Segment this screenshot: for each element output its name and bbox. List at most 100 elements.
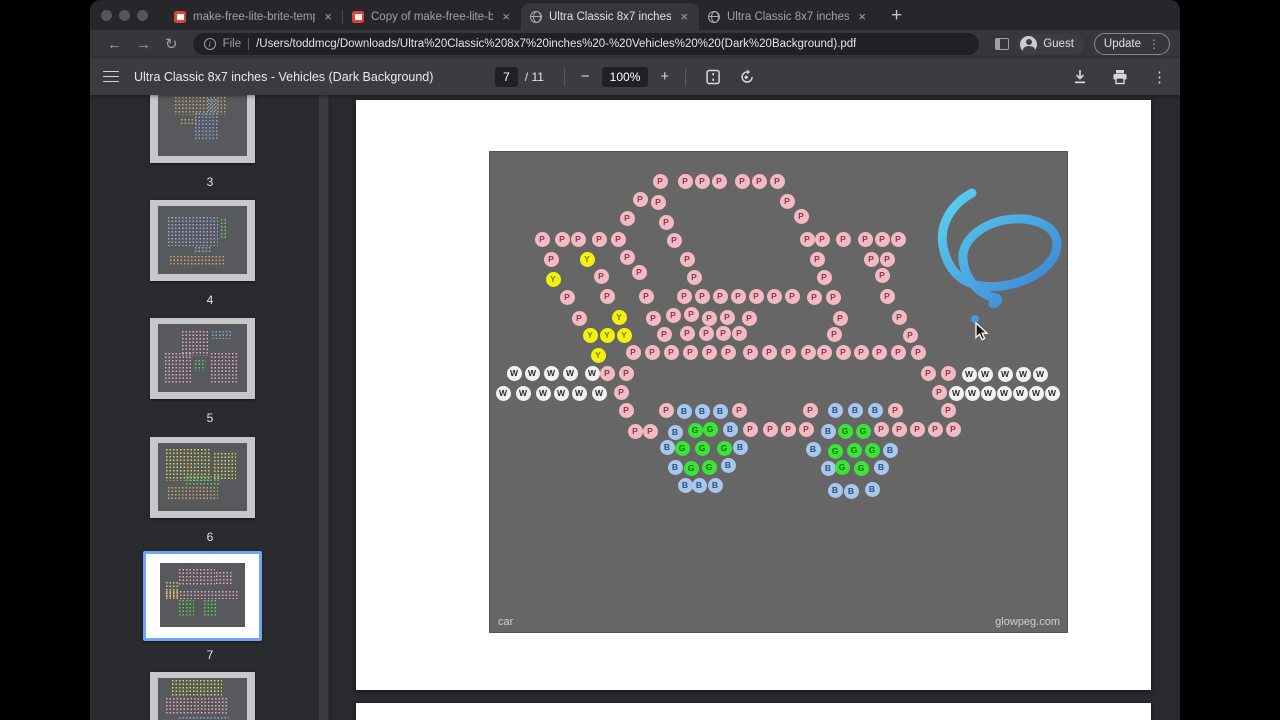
peg-P: P [888, 403, 903, 418]
more-options-icon[interactable]: ⋮ [1152, 68, 1167, 86]
peg-G: G [838, 424, 853, 439]
peg-W: W [998, 367, 1013, 382]
peg-B: B [844, 484, 859, 499]
tab-strip: make-free-lite-brite-template×Copy of ma… [90, 0, 1180, 30]
peg-P: P [781, 422, 796, 437]
page-thumbnail-6[interactable] [150, 437, 255, 518]
fit-page-icon[interactable] [705, 69, 721, 85]
peg-P: P [770, 174, 785, 189]
peg-P: P [620, 250, 635, 265]
peg-P: P [659, 215, 674, 230]
browser-menu-icon[interactable]: ⋮ [1148, 37, 1160, 51]
peg-P: P [752, 174, 767, 189]
minimize-window-icon[interactable] [119, 10, 130, 21]
tab-list: make-free-lite-brite-template×Copy of ma… [165, 0, 877, 30]
peg-W: W [997, 386, 1012, 401]
browser-tab[interactable]: make-free-lite-brite-template× [165, 3, 343, 30]
peg-P: P [767, 289, 782, 304]
zoom-window-icon[interactable] [137, 10, 148, 21]
peg-G: G [865, 443, 880, 458]
peg-P: P [643, 424, 658, 439]
page-thumbnail-8[interactable] [150, 672, 255, 720]
download-icon[interactable] [1072, 69, 1088, 85]
thumbnail-panel: 34567 [90, 95, 330, 720]
close-icon[interactable]: × [678, 9, 690, 24]
peg-B: B [806, 442, 821, 457]
update-button[interactable]: Update ⋮ [1094, 33, 1170, 55]
browser-tab[interactable]: Ultra Classic 8x7 inches - Vehi× [699, 3, 877, 30]
peg-W: W [554, 386, 569, 401]
update-label: Update [1104, 38, 1141, 50]
menu-icon[interactable] [103, 71, 119, 83]
pdf-toolbar: Ultra Classic 8x7 inches - Vehicles (Dar… [90, 58, 1180, 95]
peg-P: P [880, 289, 895, 304]
thumbnail-pattern-blob [207, 98, 219, 111]
thumbnail-preview [158, 324, 246, 392]
peg-B: B [848, 403, 863, 418]
peg-B: B [660, 440, 675, 455]
peg-P: P [836, 232, 851, 247]
thumbnail-pattern-blob [167, 486, 218, 500]
peg-B: B [668, 425, 683, 440]
browser-tab[interactable]: Copy of make-free-lite-brite-te × [343, 3, 521, 30]
peg-W: W [1029, 386, 1044, 401]
document-viewport[interactable]: car glowpeg.com PPPPPPPPPPPPPPPPPPPPPPPP… [330, 95, 1180, 720]
zoom-in-button[interactable]: + [654, 68, 675, 85]
pdf-page-controls: 7 / 11 − 100% + [495, 58, 764, 95]
profile-button[interactable]: Guest [1017, 34, 1084, 55]
peg-P: P [659, 403, 674, 418]
thumbnail-preview [160, 563, 246, 627]
peg-P: P [817, 270, 832, 285]
peg-P: P [872, 345, 887, 360]
thumbnail-pattern-blob [194, 112, 219, 140]
peg-P: P [592, 232, 607, 247]
page-thumbnail-5[interactable] [150, 318, 255, 399]
thumbnail-pattern-blob [220, 218, 227, 238]
zoom-level-input[interactable]: 100% [602, 67, 649, 87]
rotate-icon[interactable] [739, 69, 755, 85]
zoom-out-button[interactable]: − [575, 68, 596, 85]
page-thumbnail-4[interactable] [150, 200, 255, 281]
peg-B: B [708, 478, 723, 493]
page-thumbnail-3[interactable] [150, 95, 255, 163]
swoosh-stroke [942, 193, 1057, 304]
side-panel-icon[interactable] [995, 38, 1009, 50]
thumbnail-page-number: 6 [90, 530, 330, 544]
peg-P: P [799, 422, 814, 437]
peg-P: P [653, 174, 668, 189]
peg-B: B [874, 460, 889, 475]
pattern-name-label: car [498, 616, 513, 628]
page-number-input[interactable]: 7 [495, 67, 518, 87]
peg-Y: Y [583, 328, 598, 343]
forward-button[interactable]: → [129, 36, 158, 53]
back-button[interactable]: ← [100, 36, 129, 53]
reload-button[interactable]: ↻ [158, 35, 185, 53]
tab-title: Copy of make-free-lite-brite-te [371, 11, 493, 23]
url-scheme-label: File [223, 38, 242, 50]
peg-P: P [716, 326, 731, 341]
peg-P: P [749, 289, 764, 304]
print-icon[interactable] [1112, 69, 1128, 85]
peg-P: P [858, 232, 873, 247]
peg-P: P [780, 194, 795, 209]
peg-P: P [639, 289, 654, 304]
peg-Y: Y [580, 252, 595, 267]
window-controls[interactable] [101, 10, 148, 21]
close-icon[interactable]: × [322, 9, 334, 24]
new-tab-button[interactable]: + [891, 6, 902, 25]
browser-tab[interactable]: Ultra Classic 8x7 inches - Vehi× [521, 3, 699, 30]
peg-W: W [536, 386, 551, 401]
peg-G: G [854, 461, 869, 476]
close-window-icon[interactable] [101, 10, 112, 21]
peg-P: P [803, 403, 818, 418]
close-icon[interactable]: × [856, 9, 868, 24]
peg-W: W [496, 386, 511, 401]
peg-P: P [651, 195, 666, 210]
peg-P: P [928, 422, 943, 437]
peg-W: W [949, 386, 964, 401]
info-icon[interactable]: i [204, 38, 216, 50]
close-icon[interactable]: × [500, 9, 512, 24]
url-bar[interactable]: i File /Users/toddmcg/Downloads/Ultra%20… [193, 33, 980, 55]
page-thumbnail-7[interactable] [143, 551, 262, 641]
thumbnail-pattern-blob [215, 571, 234, 586]
